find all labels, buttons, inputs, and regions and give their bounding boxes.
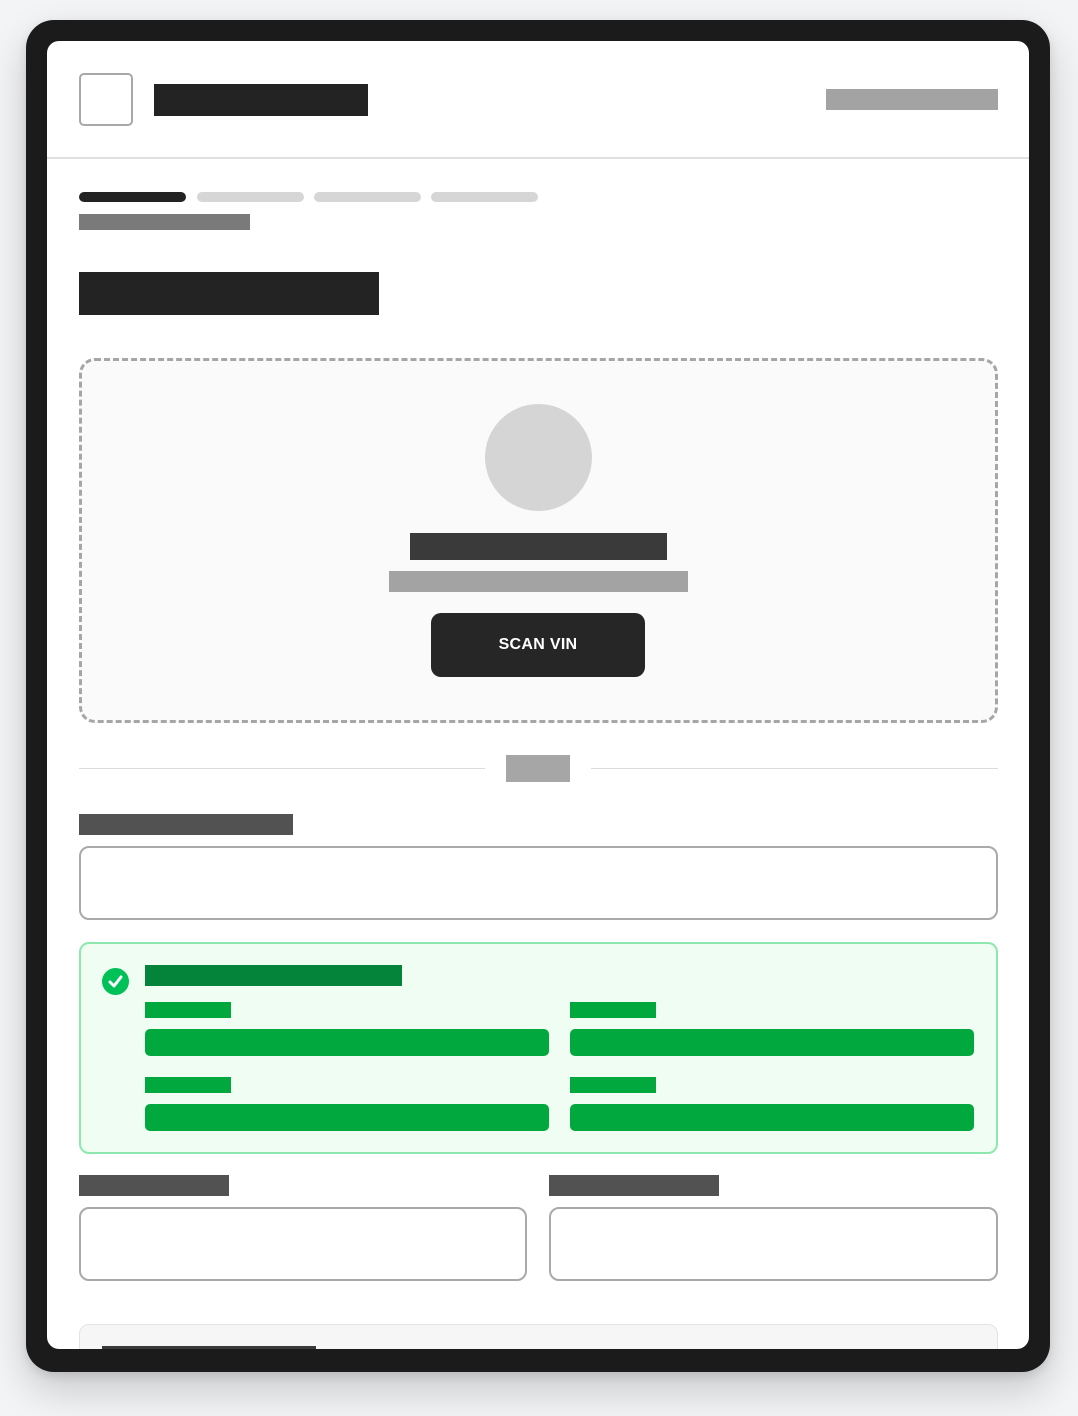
app-header	[47, 41, 1029, 159]
vin-scan-dropzone[interactable]: SCAN VIN	[79, 358, 998, 723]
vin-field-label	[79, 814, 293, 835]
divider-line-left	[79, 768, 485, 769]
scan-title	[410, 533, 667, 560]
step-indicator-3	[314, 192, 421, 202]
next-section-title	[102, 1346, 316, 1349]
scan-subtitle	[389, 571, 688, 592]
result-field-label-1	[145, 1002, 231, 1018]
header-help-link[interactable]	[826, 89, 998, 110]
step-indicator-2	[197, 192, 304, 202]
result-field-value-1	[145, 1029, 549, 1056]
result-field-label-2	[570, 1002, 656, 1018]
result-title	[145, 965, 402, 986]
vin-decoded-result	[79, 942, 998, 1154]
result-field-label-3	[145, 1077, 231, 1093]
tablet-frame: SCAN VIN	[26, 20, 1050, 1372]
step-indicator-1	[79, 192, 186, 202]
scan-vin-button[interactable]: SCAN VIN	[431, 613, 645, 677]
result-field-value-2	[570, 1029, 974, 1056]
camera-icon	[485, 404, 592, 511]
result-field-value-3	[145, 1104, 549, 1131]
screen: SCAN VIN	[47, 41, 1029, 1349]
result-field-value-4	[570, 1104, 974, 1131]
page-title	[79, 272, 379, 315]
input-left[interactable]	[79, 1207, 527, 1281]
logo-icon	[79, 73, 133, 126]
result-field-label-4	[570, 1077, 656, 1093]
divider-line-right	[591, 768, 998, 769]
header-title	[154, 84, 368, 116]
vin-input[interactable]	[79, 846, 998, 920]
step-caption	[79, 214, 250, 230]
input-right[interactable]	[549, 1207, 998, 1281]
field-label-left	[79, 1175, 229, 1196]
next-section-card	[79, 1324, 998, 1349]
field-label-right	[549, 1175, 719, 1196]
step-indicator-4	[431, 192, 538, 202]
check-circle-icon	[102, 968, 129, 995]
divider-or-label	[506, 755, 570, 782]
